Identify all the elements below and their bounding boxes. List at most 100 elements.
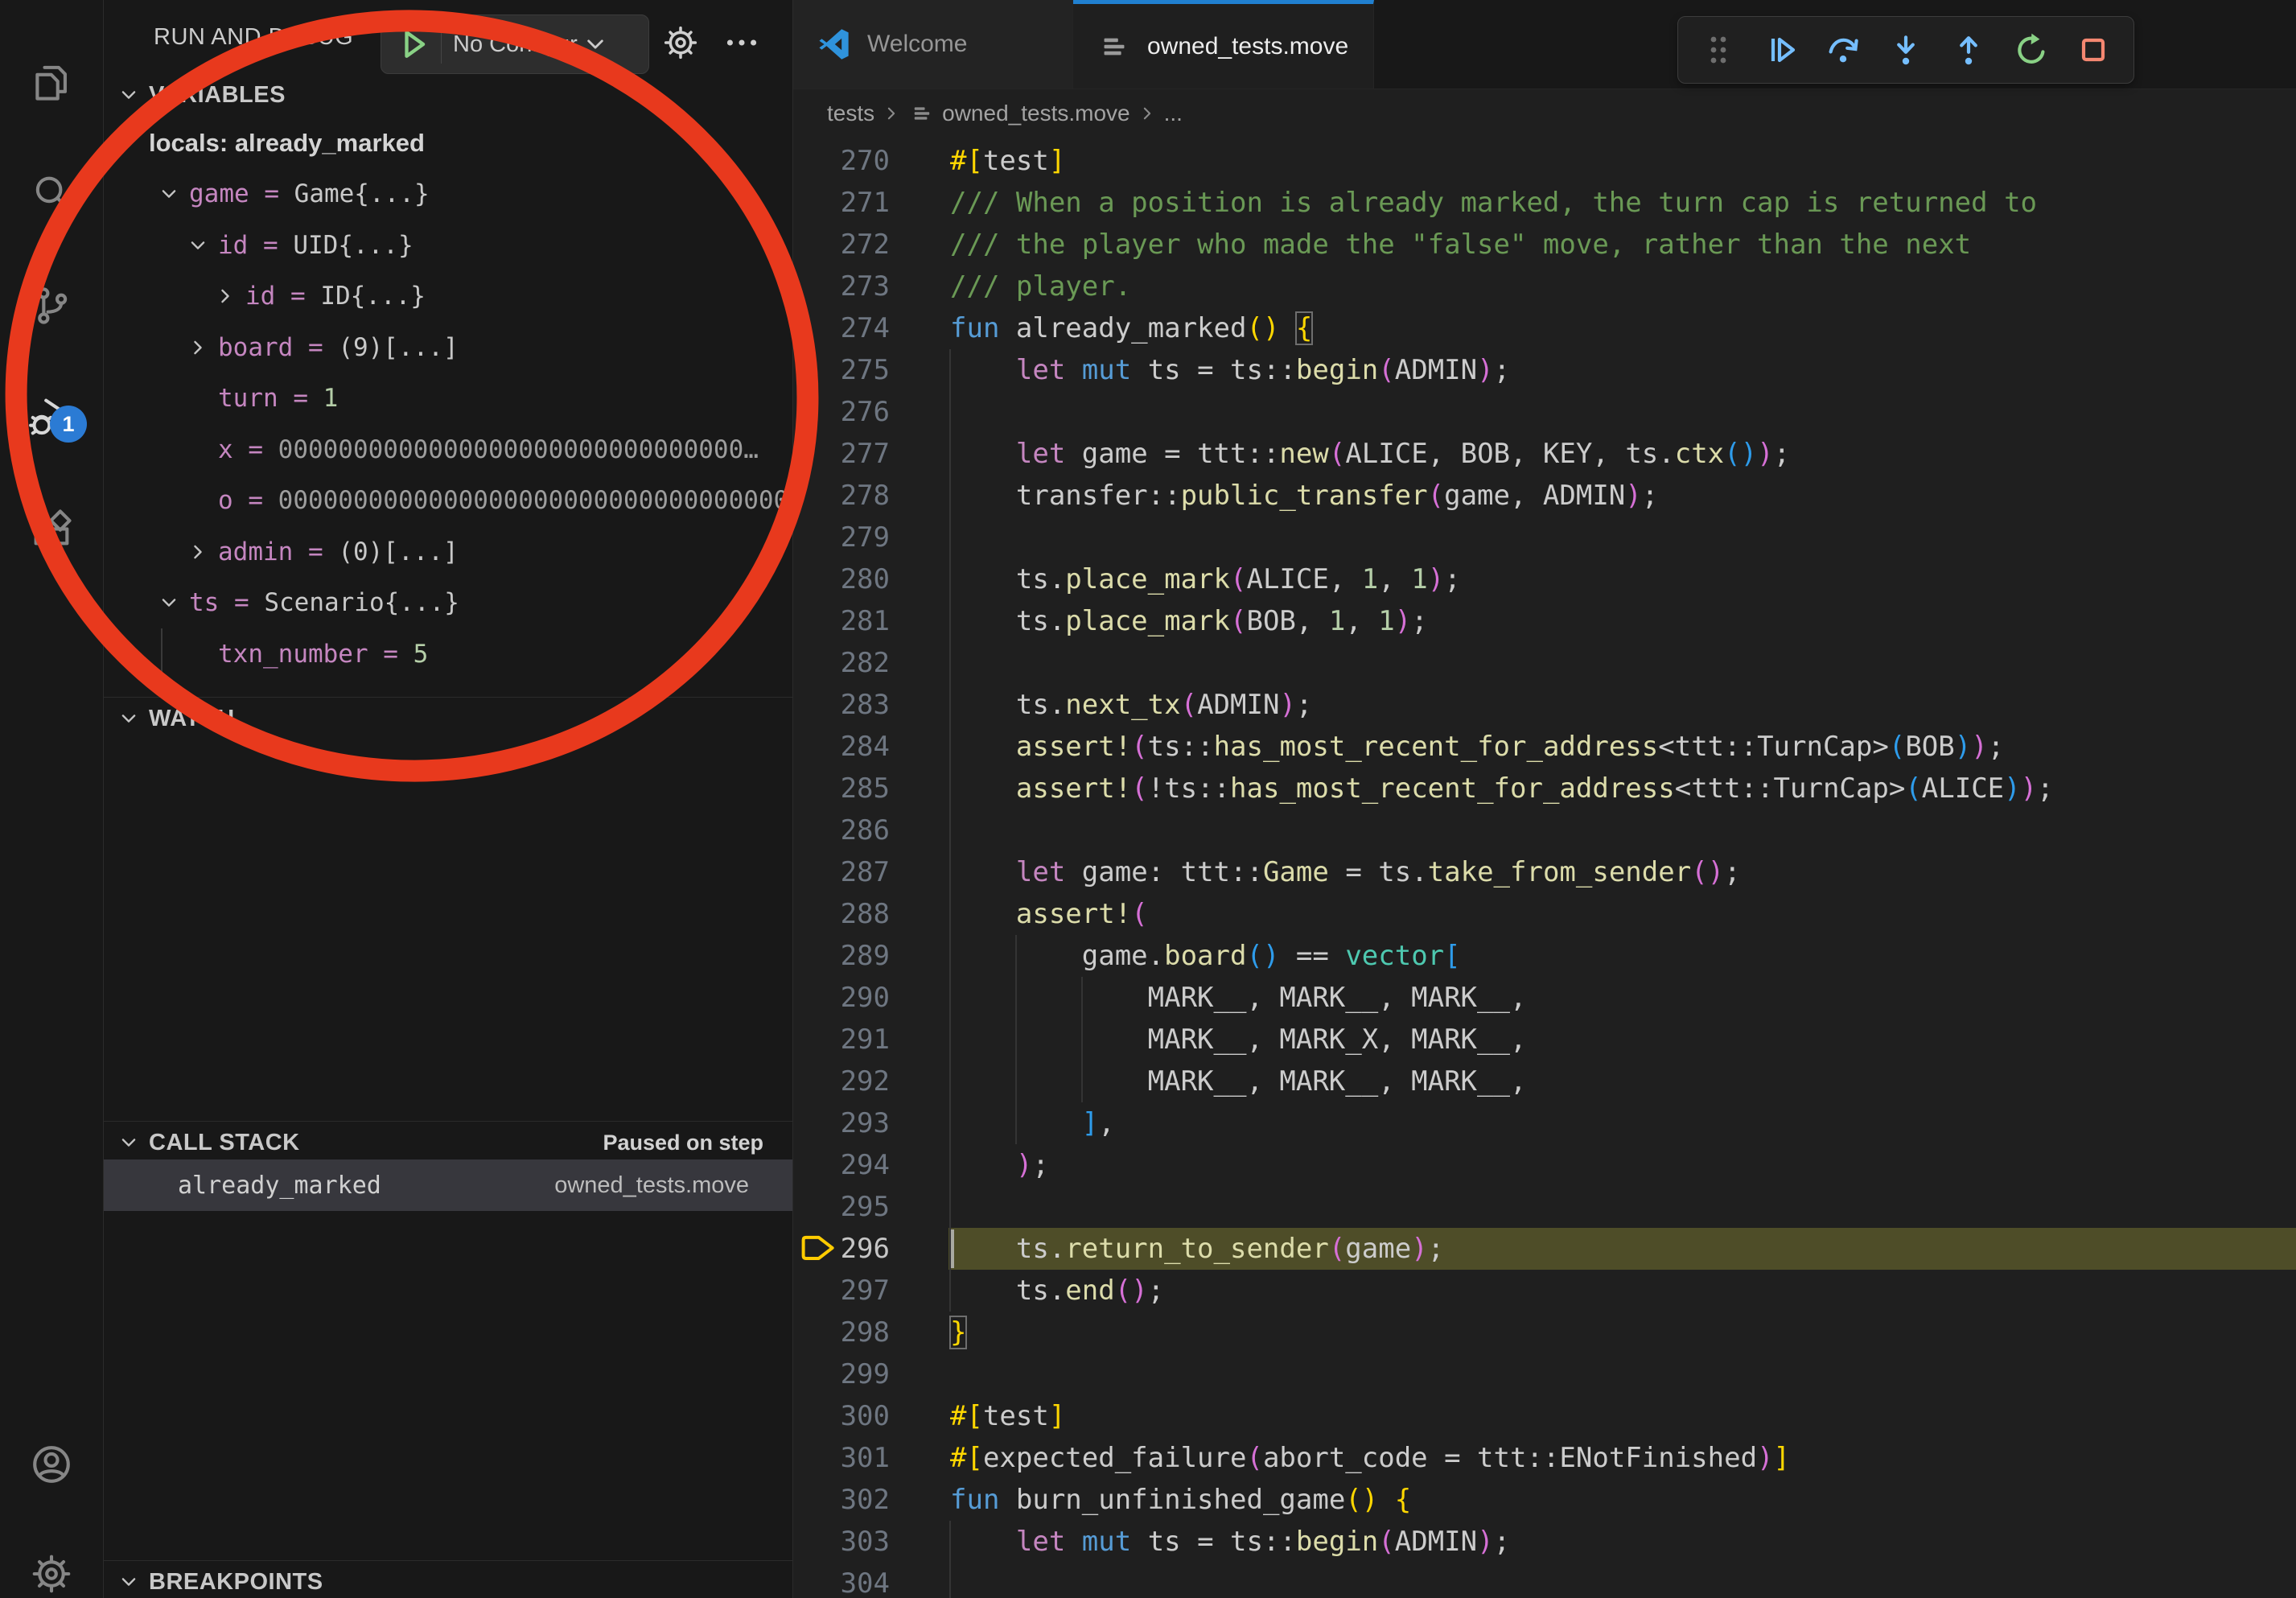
code-line-292[interactable]: 292 MARK__, MARK__, MARK__, <box>793 1061 2296 1102</box>
activity-item-run-and-debug[interactable]: 1 <box>0 370 103 463</box>
tab-owned-tests-move[interactable]: owned_tests.move <box>1073 0 1374 89</box>
code-line-281[interactable]: 281 ts.place_mark(BOB, 1, 1); <box>793 600 2296 642</box>
variable-row-board[interactable]: board = (9)[...] <box>104 322 792 373</box>
code-line-293[interactable]: 293 ], <box>793 1102 2296 1144</box>
code-line-290[interactable]: 290 MARK__, MARK__, MARK__, <box>793 977 2296 1019</box>
code-line-288[interactable]: 288 assert!( <box>793 893 2296 935</box>
chevron-right-icon[interactable] <box>212 282 239 310</box>
code-line-302[interactable]: 302fun burn_unfinished_game() { <box>793 1479 2296 1521</box>
code-line-285[interactable]: 285 assert!(!ts::has_most_recent_for_add… <box>793 768 2296 809</box>
variable-row-game[interactable]: game = Game{...} <box>104 169 792 220</box>
gear-icon[interactable] <box>660 23 701 63</box>
code-line-271[interactable]: 271/// When a position is already marked… <box>793 182 2296 224</box>
variable-row-admin[interactable]: admin = (0)[...] <box>104 526 792 578</box>
line-number[interactable]: 287 <box>793 851 890 893</box>
code-line-294[interactable]: 294 ); <box>793 1144 2296 1186</box>
line-number[interactable]: 301 <box>793 1437 890 1479</box>
variables-header[interactable]: VARIABLES <box>104 74 792 116</box>
activity-item-source-control[interactable] <box>0 259 103 352</box>
activity-item-settings[interactable] <box>0 1527 103 1598</box>
line-number[interactable]: 298 <box>793 1312 890 1353</box>
line-number[interactable]: 296 <box>793 1228 890 1270</box>
line-number[interactable]: 291 <box>793 1019 890 1061</box>
line-number[interactable]: 280 <box>793 558 890 600</box>
line-number[interactable]: 304 <box>793 1563 890 1598</box>
code-line-275[interactable]: 275 let mut ts = ts::begin(ADMIN); <box>793 349 2296 391</box>
breadcrumb-item[interactable]: ... <box>1164 101 1183 126</box>
tab-welcome[interactable]: Welcome <box>793 0 1073 89</box>
code-line-283[interactable]: 283 ts.next_tx(ADMIN); <box>793 684 2296 726</box>
code-line-291[interactable]: 291 MARK__, MARK_X, MARK__, <box>793 1019 2296 1061</box>
code-line-279[interactable]: 279 <box>793 517 2296 558</box>
line-number[interactable]: 286 <box>793 809 890 851</box>
start-debug-icon[interactable] <box>391 23 433 65</box>
code-line-304[interactable]: 304 <box>793 1563 2296 1598</box>
variable-row-turn[interactable]: turn = 1 <box>104 373 792 425</box>
activity-item-explorer[interactable] <box>0 35 103 129</box>
line-number[interactable]: 292 <box>793 1061 890 1102</box>
line-number[interactable]: 289 <box>793 935 890 977</box>
code-line-287[interactable]: 287 let game: ttt::Game = ts.take_from_s… <box>793 851 2296 893</box>
code-line-272[interactable]: 272/// the player who made the "false" m… <box>793 224 2296 266</box>
chevron-down-icon[interactable] <box>155 180 183 208</box>
code-line-289[interactable]: 289 game.board() == vector[ <box>793 935 2296 977</box>
variable-row-o[interactable]: o = 0000000000000000000000000000000000. <box>104 476 792 527</box>
line-number[interactable]: 295 <box>793 1186 890 1228</box>
line-number[interactable]: 294 <box>793 1144 890 1186</box>
variable-row-id[interactable]: id = ID{...} <box>104 271 792 323</box>
call-stack-header[interactable]: CALL STACK Paused on step <box>104 1122 792 1163</box>
breadcrumb-item[interactable]: tests <box>827 101 874 126</box>
line-number[interactable]: 272 <box>793 224 890 266</box>
debug-restart-button[interactable] <box>2009 27 2054 72</box>
line-number[interactable]: 281 <box>793 600 890 642</box>
breadcrumb-item[interactable]: owned_tests.move <box>908 100 1129 127</box>
chevron-down-icon[interactable] <box>184 232 212 259</box>
variable-row-id[interactable]: id = UID{...} <box>104 220 792 271</box>
code-line-299[interactable]: 299 <box>793 1353 2296 1395</box>
line-number[interactable]: 290 <box>793 977 890 1019</box>
chevron-right-icon[interactable] <box>184 334 212 361</box>
line-number[interactable]: 299 <box>793 1353 890 1395</box>
watch-header[interactable]: WATCH <box>104 698 792 739</box>
variable-row-txn_number[interactable]: txn_number = 5 <box>104 628 792 680</box>
debug-step-into-button[interactable] <box>1883 27 1928 72</box>
line-number[interactable]: 288 <box>793 893 890 935</box>
line-number[interactable]: 277 <box>793 433 890 475</box>
code-line-296[interactable]: 296 ts.return_to_sender(game); <box>793 1228 2296 1270</box>
chevron-right-icon[interactable] <box>184 538 212 566</box>
code-line-286[interactable]: 286 <box>793 809 2296 851</box>
more-actions-icon[interactable] <box>722 23 762 63</box>
debug-step-over-button[interactable] <box>1821 27 1866 72</box>
code-line-282[interactable]: 282 <box>793 642 2296 684</box>
line-number[interactable]: 283 <box>793 684 890 726</box>
code-line-297[interactable]: 297 ts.end(); <box>793 1270 2296 1312</box>
variable-row-ts[interactable]: ts = Scenario{...} <box>104 578 792 629</box>
line-number[interactable]: 271 <box>793 182 890 224</box>
code-line-273[interactable]: 273/// player. <box>793 266 2296 307</box>
code-line-276[interactable]: 276 <box>793 391 2296 433</box>
code-line-301[interactable]: 301#[expected_failure(abort_code = ttt::… <box>793 1437 2296 1479</box>
chevron-down-icon[interactable] <box>155 589 183 616</box>
line-number[interactable]: 297 <box>793 1270 890 1312</box>
debug-step-out-button[interactable] <box>1946 27 1991 72</box>
code-line-278[interactable]: 278 transfer::public_transfer(game, ADMI… <box>793 475 2296 517</box>
line-number[interactable]: 282 <box>793 642 890 684</box>
variables-scope-row[interactable]: locals: already_marked <box>104 117 792 169</box>
line-number[interactable]: 278 <box>793 475 890 517</box>
code-line-280[interactable]: 280 ts.place_mark(ALICE, 1, 1); <box>793 558 2296 600</box>
code-line-298[interactable]: 298} <box>793 1312 2296 1353</box>
line-number[interactable]: 285 <box>793 768 890 809</box>
variable-row-x[interactable]: x = 0000000000000000000000000000000… <box>104 424 792 476</box>
line-number[interactable]: 274 <box>793 307 890 349</box>
line-number[interactable]: 276 <box>793 391 890 433</box>
code-line-277[interactable]: 277 let game = ttt::new(ALICE, BOB, KEY,… <box>793 433 2296 475</box>
code-line-284[interactable]: 284 assert!(ts::has_most_recent_for_addr… <box>793 726 2296 768</box>
code-line-300[interactable]: 300#[test] <box>793 1395 2296 1437</box>
activity-item-accounts[interactable] <box>0 1418 103 1511</box>
line-number[interactable]: 303 <box>793 1521 890 1563</box>
line-number[interactable]: 270 <box>793 140 890 182</box>
code-line-270[interactable]: 270#[test] <box>793 140 2296 182</box>
debug-continue-button[interactable] <box>1759 27 1804 72</box>
code-editor[interactable]: 270#[test]271/// When a position is alre… <box>793 140 2296 1598</box>
activity-item-extensions[interactable] <box>0 481 103 575</box>
